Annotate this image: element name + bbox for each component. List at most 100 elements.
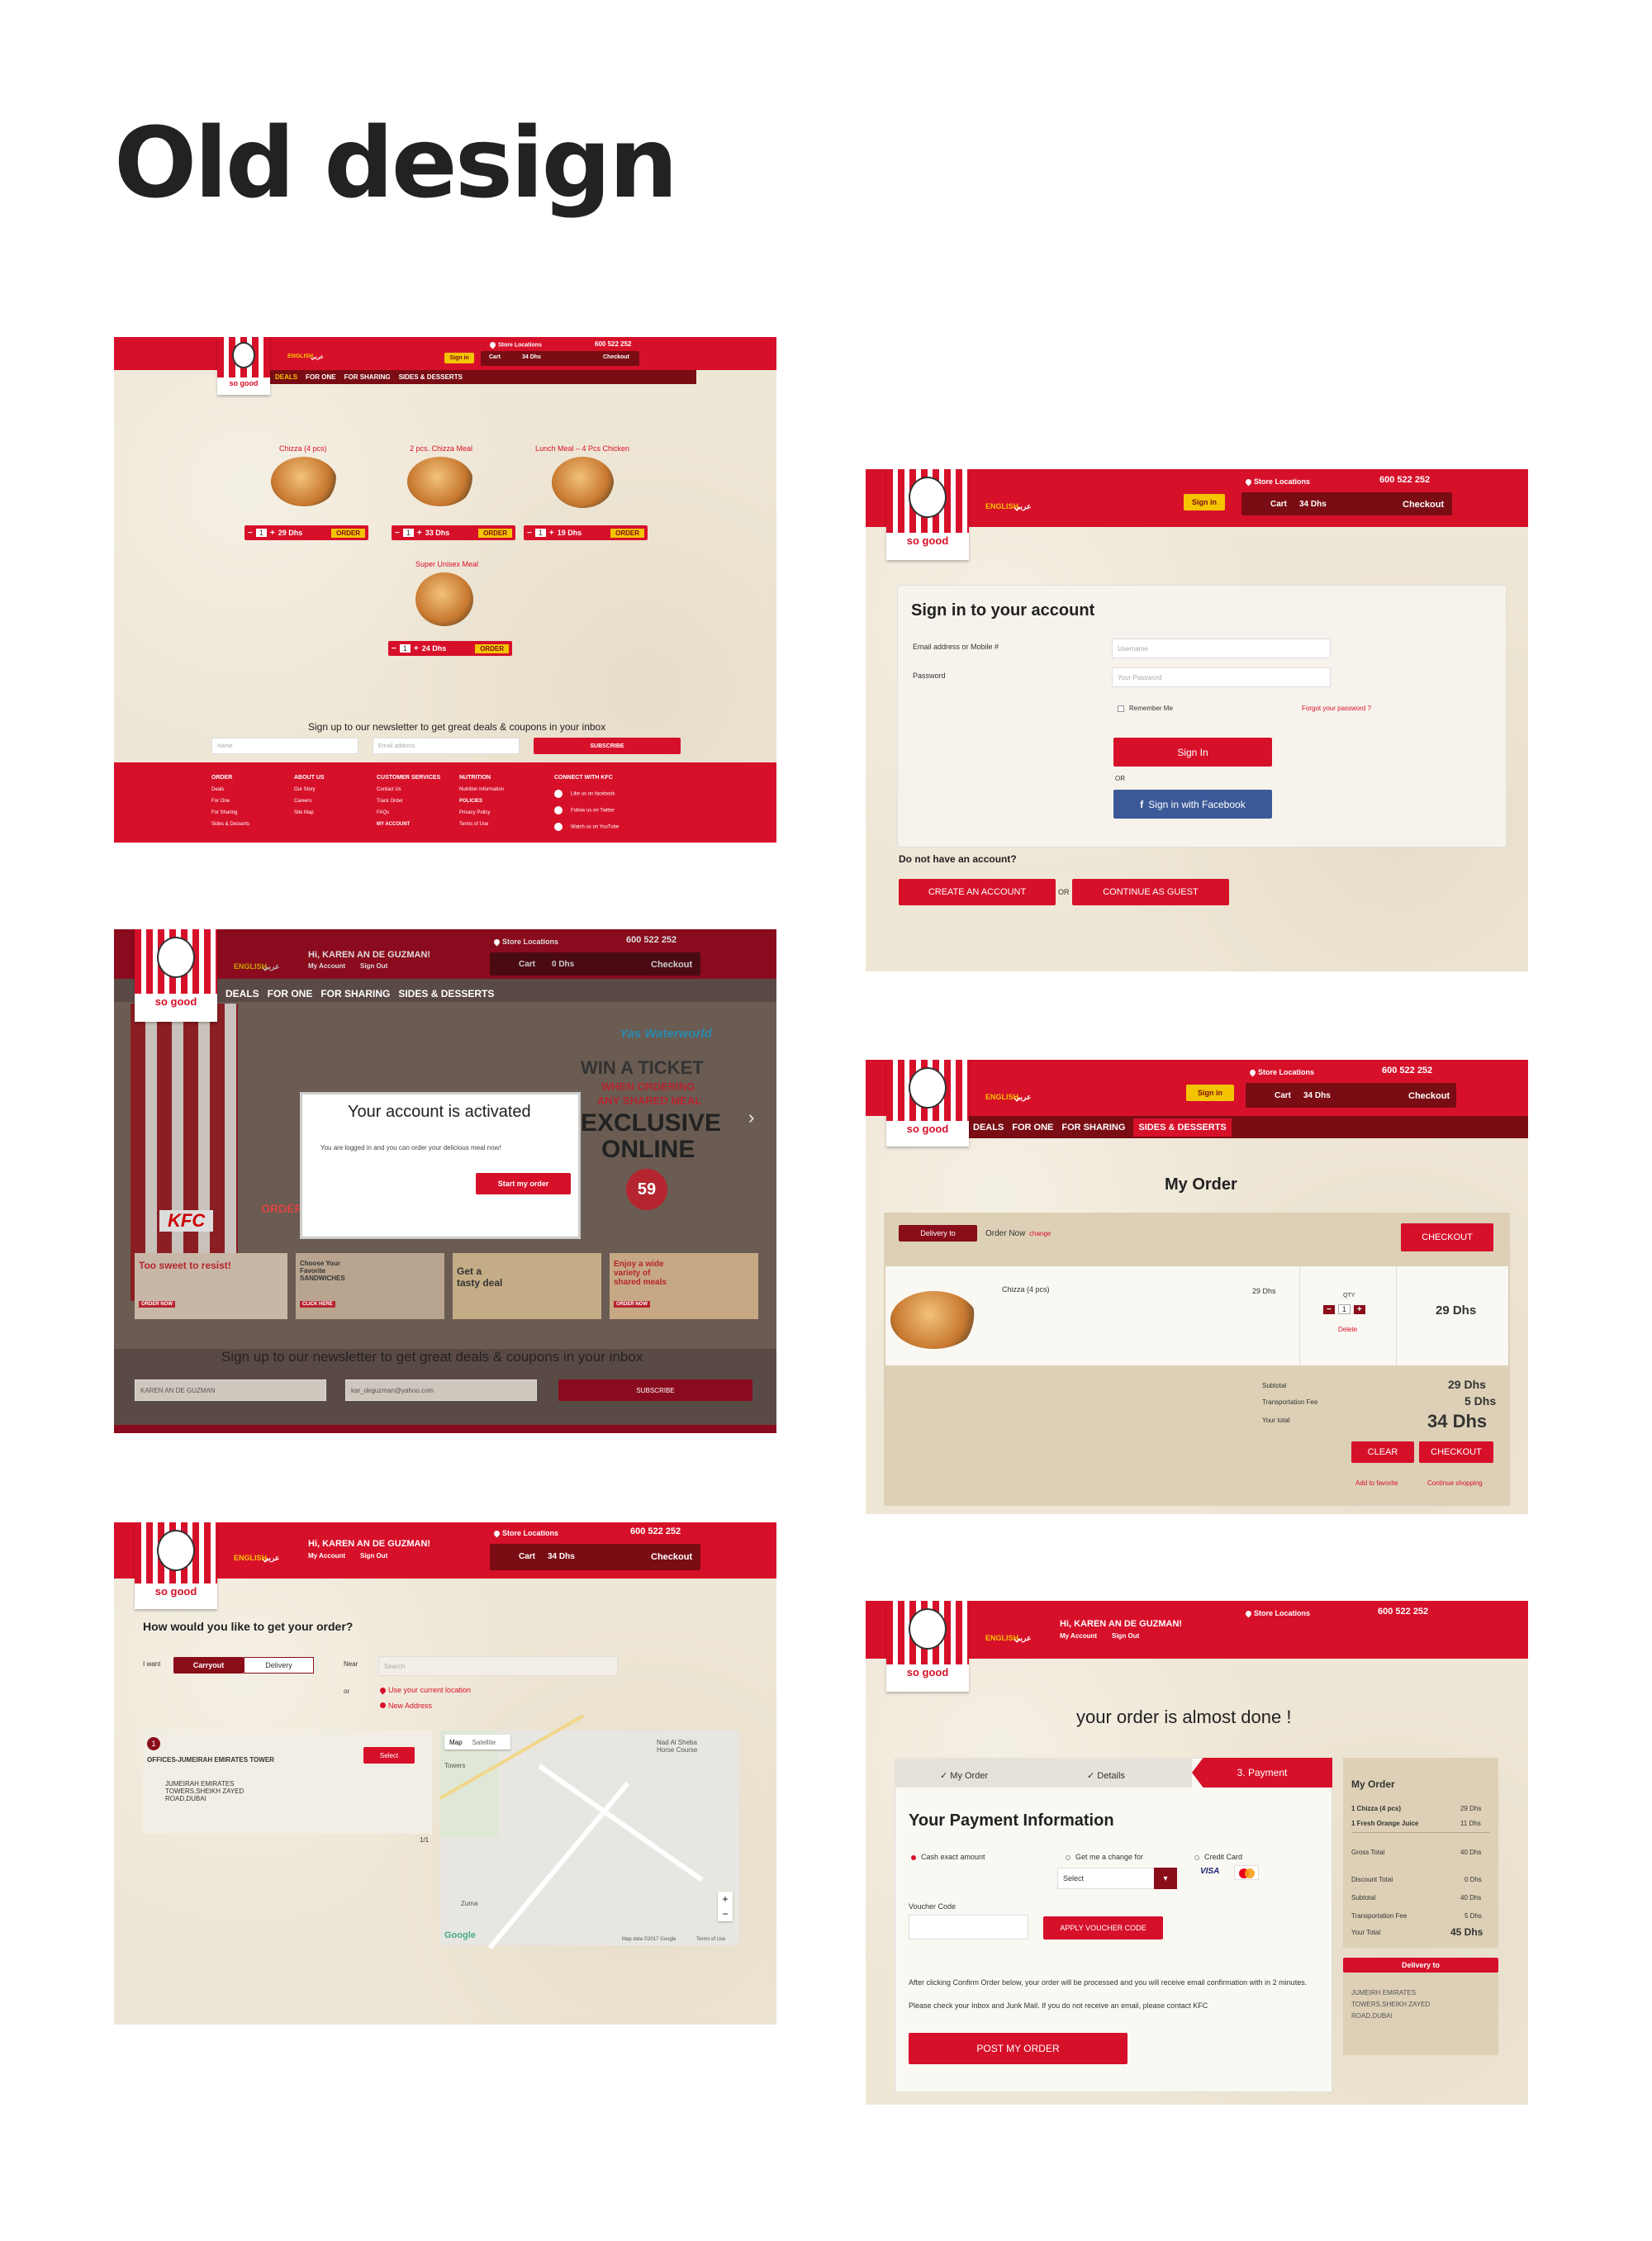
name-input[interactable]: KAREN AN DE GUZMAN xyxy=(135,1379,326,1401)
plus-button[interactable]: + xyxy=(270,529,275,538)
current-location-link[interactable]: Use your current location xyxy=(378,1686,471,1695)
kfc-logo[interactable]: so good xyxy=(886,1060,969,1147)
name-input[interactable]: Name xyxy=(211,738,358,754)
footer-link[interactable]: Sides & Desserts xyxy=(211,822,249,827)
continue-guest-button[interactable]: CONTINUE AS GUEST xyxy=(1072,879,1229,905)
minus-button[interactable]: − xyxy=(248,529,253,538)
plus-button[interactable]: + xyxy=(417,529,422,538)
order-button[interactable]: ORDER xyxy=(610,528,644,538)
change-link[interactable]: change xyxy=(1029,1230,1051,1237)
footer-link[interactable]: For Sharing xyxy=(211,810,237,815)
step-my-order[interactable]: ✓ My Order xyxy=(940,1770,988,1781)
facebook-signin-button[interactable]: f Sign in with Facebook xyxy=(1113,790,1272,819)
qty-value[interactable]: 1 xyxy=(1337,1304,1351,1314)
nav-sides[interactable]: SIDES & DESSERTS xyxy=(1133,1118,1232,1137)
store-locations[interactable]: Store Locations xyxy=(492,938,558,947)
nav-sides[interactable]: SIDES & DESSERTS xyxy=(399,373,463,381)
footer-link[interactable]: Nutrition Information xyxy=(459,787,504,792)
plus-button[interactable]: + xyxy=(414,644,419,653)
product-image[interactable] xyxy=(552,457,614,508)
step-details[interactable]: ✓ Details xyxy=(1087,1770,1125,1781)
sign-out-link[interactable]: Sign Out xyxy=(360,962,387,970)
facebook-link[interactable]: Like us on facebook xyxy=(554,790,615,798)
kfc-logo[interactable]: so good xyxy=(135,929,217,1022)
minus-button[interactable]: − xyxy=(392,644,396,653)
nav-for-sharing[interactable]: FOR SHARING xyxy=(1061,1123,1125,1132)
order-button[interactable]: ORDER xyxy=(475,643,509,653)
plus-button[interactable]: + xyxy=(1353,1304,1365,1314)
checkout-link[interactable]: Checkout xyxy=(1408,1091,1450,1101)
nav-for-one[interactable]: FOR ONE xyxy=(306,373,335,381)
delivery-to-button[interactable]: Delivery to xyxy=(899,1225,977,1242)
footer-link[interactable]: Contact Us xyxy=(377,787,401,792)
password-input[interactable]: Your Password xyxy=(1112,667,1331,687)
sign-out-link[interactable]: Sign Out xyxy=(360,1552,387,1560)
nav-deals[interactable]: DEALS xyxy=(225,988,259,999)
nav-for-sharing[interactable]: FOR SHARING xyxy=(344,373,391,381)
map[interactable]: Map Satellite Nad Al Sheba Horse Course T… xyxy=(439,1714,739,1949)
nav-for-sharing[interactable]: FOR SHARING xyxy=(320,988,390,999)
product-image[interactable] xyxy=(271,457,337,506)
checkout-link[interactable]: Checkout xyxy=(651,1552,692,1562)
lang-english[interactable]: ENGLISH xyxy=(234,1554,267,1562)
kfc-logo[interactable]: so good xyxy=(217,337,270,395)
my-account-link[interactable]: My Account xyxy=(1060,1632,1097,1640)
sign-out-link[interactable]: Sign Out xyxy=(1112,1632,1139,1640)
remember-me-checkbox[interactable]: Remember Me xyxy=(1118,705,1173,712)
twitter-link[interactable]: Follow us on Twitter xyxy=(554,806,615,814)
sign-in-button[interactable]: Sign in xyxy=(1186,1085,1234,1101)
lang-arabic[interactable]: عربي xyxy=(311,354,324,360)
checkout-button[interactable]: CHECKOUT xyxy=(1401,1223,1493,1251)
footer-link[interactable]: Terms of Use xyxy=(459,822,488,827)
email-input[interactable]: kar_deguzman@yahoo.com xyxy=(345,1379,537,1401)
store-locations[interactable]: Store Locations xyxy=(492,1529,558,1538)
order-button[interactable]: ORDER xyxy=(331,528,365,538)
lang-arabic[interactable]: عربي xyxy=(263,962,279,971)
footer-link[interactable]: For One xyxy=(211,799,230,804)
product-image[interactable] xyxy=(407,457,473,506)
checkout-button-bottom[interactable]: CHECKOUT xyxy=(1419,1441,1493,1463)
my-account-link[interactable]: My Account xyxy=(308,1552,345,1560)
cart-bar[interactable]: Cart 34 Dhs Checkout xyxy=(481,351,639,366)
zoom-control[interactable]: + − xyxy=(718,1892,733,1921)
minus-button[interactable]: − xyxy=(1323,1304,1335,1314)
promo-tile[interactable]: Enjoy a wide variety of shared meals ORDE… xyxy=(610,1253,758,1319)
kfc-logo[interactable]: so good xyxy=(886,1601,969,1692)
lang-english[interactable]: ENGLISH xyxy=(234,962,267,971)
store-locations[interactable]: Store Locations xyxy=(1248,1068,1314,1077)
voucher-input[interactable] xyxy=(909,1915,1028,1940)
map-terms[interactable]: Terms of Use xyxy=(696,1937,725,1942)
nav-sides[interactable]: SIDES & DESSERTS xyxy=(398,988,494,999)
step-payment[interactable]: 3. Payment xyxy=(1192,1758,1332,1788)
sign-in-button[interactable]: Sign in xyxy=(444,353,474,363)
continue-shopping-link[interactable]: Continue shopping xyxy=(1427,1479,1483,1487)
subscribe-button[interactable]: SUBSCRIBE xyxy=(534,738,681,754)
footer-link[interactable]: Deals xyxy=(211,787,224,792)
minus-button[interactable]: − xyxy=(395,529,400,538)
credit-card-radio[interactable]: Credit Card xyxy=(1194,1853,1242,1861)
footer-link[interactable]: FAQs xyxy=(377,810,389,815)
checkout-link[interactable]: Checkout xyxy=(1403,500,1444,510)
qty-value[interactable]: 1 xyxy=(399,644,411,653)
chevron-down-icon[interactable]: ▾ xyxy=(1154,1868,1177,1889)
lang-arabic[interactable]: عربي xyxy=(263,1554,279,1563)
store-locations[interactable]: Store Locations xyxy=(1244,1609,1310,1618)
lang-english[interactable]: ENGLISH xyxy=(287,354,313,359)
plus-button[interactable]: + xyxy=(549,529,554,538)
lang-english[interactable]: ENGLISH xyxy=(985,1634,1018,1642)
start-order-button[interactable]: Start my order xyxy=(476,1173,571,1194)
username-input[interactable]: Username xyxy=(1112,639,1331,658)
change-for-radio[interactable]: Get me a change for xyxy=(1066,1853,1143,1861)
lang-arabic[interactable]: عربي xyxy=(1014,502,1031,511)
email-input[interactable]: Email address xyxy=(373,738,520,754)
promo-tile[interactable]: Get a tasty deal xyxy=(453,1253,601,1319)
lang-arabic[interactable]: عربي xyxy=(1014,1634,1031,1643)
sign-in-button[interactable]: Sign in xyxy=(1184,494,1225,510)
minus-button[interactable]: − xyxy=(527,529,532,538)
post-order-button[interactable]: POST MY ORDER xyxy=(909,2033,1127,2064)
nav-deals[interactable]: DEALS xyxy=(973,1123,1004,1132)
create-account-button[interactable]: CREATE AN ACCOUNT xyxy=(899,879,1056,905)
map-type-toggle[interactable]: Map Satellite xyxy=(444,1735,510,1750)
qty-value[interactable]: 1 xyxy=(534,529,546,537)
cash-radio[interactable]: Cash exact amount xyxy=(911,1853,985,1861)
